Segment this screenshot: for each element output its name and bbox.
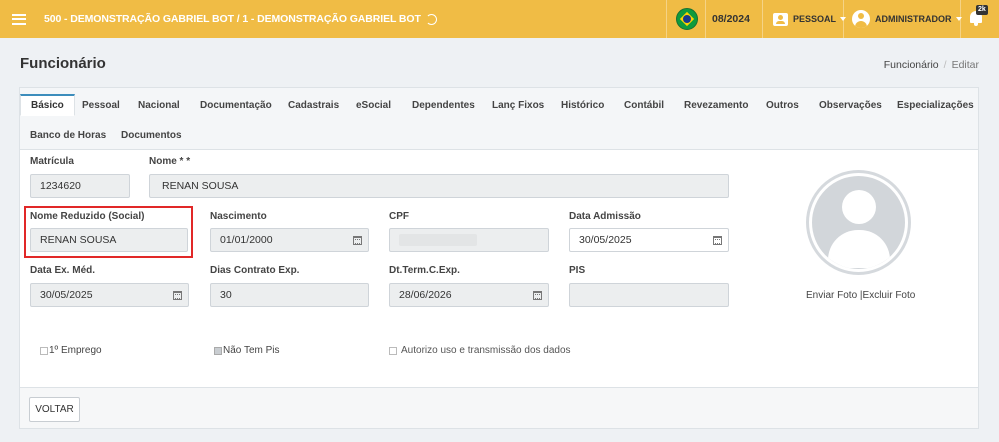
company-name: 500 - DEMONSTRAÇÃO GABRIEL BOT / 1 - DEM…: [44, 13, 421, 25]
cpf-label: CPF: [389, 211, 409, 222]
nome-label: Nome * *: [149, 156, 191, 167]
breadcrumb-current: Editar: [951, 59, 979, 71]
nao-tem-pis-label: Não Tem Pis: [223, 345, 280, 356]
tab-cadastrais[interactable]: Cadastrais: [278, 94, 349, 116]
matricula-label: Matrícula: [30, 156, 74, 167]
top-bar: 500 - DEMONSTRAÇÃO GABRIEL BOT / 1 - DEM…: [0, 0, 999, 38]
data-ex-med-value: 30/05/2025: [40, 289, 93, 301]
calendar-icon: [712, 235, 722, 245]
topbar-divider: [666, 0, 667, 38]
autorizo-label: Autorizo uso e transmissão dos dados: [401, 345, 571, 356]
checkbox-checked-icon[interactable]: [214, 346, 222, 355]
nascimento-value: 01/01/2000: [220, 234, 273, 246]
dt-term-calendar-button[interactable]: [526, 284, 548, 306]
dt-term-label: Dt.Term.C.Exp.: [389, 265, 460, 276]
data-admissao-calendar-button[interactable]: [706, 229, 728, 251]
tab-basico[interactable]: Básico: [20, 94, 75, 116]
tab-revezamento[interactable]: Revezamento: [674, 94, 758, 116]
tab-documentacao[interactable]: Documentação: [190, 94, 282, 116]
tab-dependentes[interactable]: Dependentes: [402, 94, 485, 116]
calendar-icon: [352, 235, 362, 245]
sync-icon[interactable]: [425, 13, 437, 25]
cpf-redacted: [399, 234, 477, 246]
tab-outros[interactable]: Outros: [756, 94, 809, 116]
data-ex-med-calendar-button[interactable]: [166, 284, 188, 306]
user-dropdown[interactable]: ADMINISTRADOR: [852, 0, 962, 38]
pis-field[interactable]: [569, 283, 729, 307]
photo-actions: Enviar Foto |Excluir Foto: [806, 290, 915, 301]
dias-contrato-label: Dias Contrato Exp.: [210, 265, 300, 276]
dias-contrato-field[interactable]: 30: [210, 283, 369, 307]
dt-term-value: 28/06/2026: [399, 289, 452, 301]
tab-observacoes[interactable]: Observações: [809, 94, 892, 116]
topbar-divider: [762, 0, 763, 38]
user-silhouette-icon: [842, 190, 876, 224]
tab-historico[interactable]: Histórico: [551, 94, 614, 116]
tab-especializacoes[interactable]: Especializações: [887, 94, 984, 116]
breadcrumb: Funcionário / Editar: [883, 59, 979, 71]
pis-label: PIS: [569, 265, 586, 276]
data-ex-med-field[interactable]: 30/05/2025: [30, 283, 189, 307]
topbar-divider: [843, 0, 844, 38]
nome-field[interactable]: RENAN SOUSA: [149, 174, 729, 198]
highlight-box: [24, 206, 193, 258]
id-card-icon: [773, 12, 788, 26]
data-admissao-value: 30/05/2025: [579, 234, 632, 246]
calendar-icon: [532, 290, 542, 300]
tab-nacional[interactable]: Nacional: [128, 94, 190, 116]
nascimento-calendar-button[interactable]: [346, 229, 368, 251]
back-button[interactable]: VOLTAR: [29, 397, 80, 422]
data-ex-med-label: Data Ex. Méd.: [30, 265, 96, 276]
user-avatar-icon: [852, 10, 870, 28]
dt-term-field[interactable]: 28/06/2026: [389, 283, 549, 307]
user-name: ADMINISTRADOR: [875, 14, 952, 24]
notification-badge: 2k: [976, 5, 988, 15]
brazil-flag-icon[interactable]: [676, 8, 698, 30]
cpf-field[interactable]: [389, 228, 549, 252]
topbar-divider: [960, 0, 961, 38]
tab-contabil[interactable]: Contábil: [614, 94, 674, 116]
module-label: PESSOAL: [793, 14, 837, 24]
tab-documentos[interactable]: Documentos: [111, 124, 192, 146]
calendar-icon: [172, 290, 182, 300]
module-dropdown[interactable]: PESSOAL: [773, 0, 847, 38]
tab-lanc-fixos[interactable]: Lanç Fixos: [482, 94, 554, 116]
nome-value: RENAN SOUSA: [162, 180, 239, 192]
employee-photo: [806, 170, 911, 275]
breadcrumb-link[interactable]: Funcionário: [884, 59, 939, 71]
page-title: Funcionário: [20, 55, 106, 72]
primeiro-emprego-label: 1º Emprego: [49, 345, 102, 356]
primeiro-emprego-checkbox[interactable]: 1º Emprego: [40, 345, 102, 356]
autorizo-checkbox[interactable]: Autorizo uso e transmissão dos dados: [389, 345, 571, 356]
tab-esocial[interactable]: eSocial: [346, 94, 401, 116]
data-admissao-field[interactable]: 30/05/2025: [569, 228, 729, 252]
tab-pessoal[interactable]: Pessoal: [72, 94, 130, 116]
checkbox-icon[interactable]: [40, 346, 48, 355]
hamburger-icon: [12, 13, 26, 25]
nascimento-field[interactable]: 01/01/2000: [210, 228, 369, 252]
tab-banco-de-horas[interactable]: Banco de Horas: [20, 124, 116, 146]
company-selector[interactable]: 500 - DEMONSTRAÇÃO GABRIEL BOT / 1 - DEM…: [44, 13, 437, 25]
matricula-field[interactable]: 1234620: [30, 174, 130, 198]
period-selector[interactable]: 08/2024: [712, 0, 750, 38]
nao-tem-pis-checkbox[interactable]: Não Tem Pis: [214, 345, 280, 356]
dias-contrato-value: 30: [220, 289, 232, 301]
matricula-value: 1234620: [40, 180, 81, 192]
card-footer: [20, 388, 978, 428]
period-value: 08/2024: [712, 13, 750, 25]
topbar-divider: [705, 0, 706, 38]
send-photo-link[interactable]: Enviar Foto: [806, 290, 857, 301]
delete-photo-link[interactable]: Excluir Foto: [863, 290, 916, 301]
data-admissao-label: Data Admissão: [569, 211, 641, 222]
tab-bar: Básico Pessoal Nacional Documentação Cad…: [20, 88, 978, 150]
checkbox-icon[interactable]: [389, 346, 397, 355]
menu-toggle-button[interactable]: [0, 0, 38, 38]
nascimento-label: Nascimento: [210, 211, 267, 222]
